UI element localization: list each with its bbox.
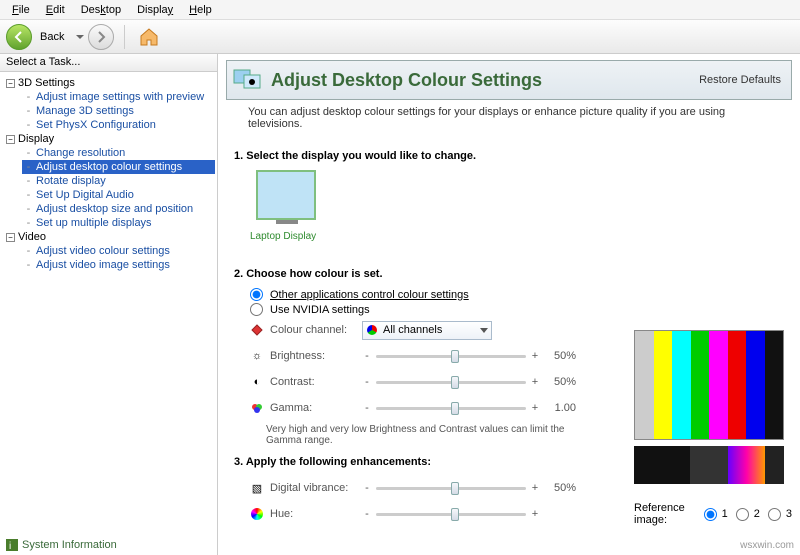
gradient-preview: [634, 446, 784, 484]
back-button[interactable]: [6, 24, 32, 50]
back-label: Back: [36, 31, 70, 43]
ref-opt-1[interactable]: 1: [704, 508, 728, 521]
hue-icon: [250, 507, 264, 521]
sidebar-header: Select a Task...: [0, 54, 217, 72]
tree-item[interactable]: -Set up multiple displays: [22, 216, 215, 230]
channel-label: Colour channel:: [270, 324, 362, 336]
brightness-value: 50%: [540, 350, 576, 362]
vibrance-row: ▧ Digital vibrance: - + 50%: [250, 476, 626, 500]
tree-item[interactable]: -Rotate display: [22, 174, 215, 188]
forward-button[interactable]: [88, 24, 114, 50]
sidebar: Select a Task... −3D Settings -Adjust im…: [0, 54, 218, 555]
tree-item-selected[interactable]: -Adjust desktop colour settings: [22, 160, 215, 174]
gamma-slider[interactable]: [376, 400, 526, 416]
tree-cat-3d[interactable]: −3D Settings: [6, 76, 215, 90]
contrast-row: ◐ Contrast: - + 50%: [250, 370, 626, 394]
colour-channel-row: Colour channel: All channels: [250, 318, 626, 342]
step3-heading: 3. Apply the following enhancements:: [234, 456, 626, 468]
swatch-icon: [367, 325, 377, 335]
menu-file[interactable]: FFileile: [4, 2, 38, 18]
page-banner: Adjust Desktop Colour Settings Restore D…: [226, 60, 792, 100]
hue-slider[interactable]: [376, 506, 526, 522]
step2-heading: 2. Choose how colour is set.: [234, 268, 626, 280]
home-button[interactable]: [135, 24, 163, 50]
menu-help[interactable]: Help: [181, 2, 220, 18]
tree-item[interactable]: -Set Up Digital Audio: [22, 188, 215, 202]
tree-cat-display[interactable]: −Display: [6, 132, 215, 146]
info-icon: i: [6, 539, 18, 551]
radio-other-apps[interactable]: Other applications control colour settin…: [250, 288, 626, 301]
ref-opt-3[interactable]: 3: [768, 508, 792, 521]
menu-display[interactable]: Display: [129, 2, 181, 18]
svg-text:i: i: [9, 541, 11, 551]
display-selector[interactable]: Laptop Display: [234, 170, 316, 242]
ref-opt-2[interactable]: 2: [736, 508, 760, 521]
page-title: Adjust Desktop Colour Settings: [263, 70, 699, 91]
display-name: Laptop Display: [250, 231, 316, 242]
tree-item[interactable]: -Adjust video image settings: [22, 258, 215, 272]
hue-row: Hue: - +: [250, 502, 626, 526]
collapse-icon[interactable]: −: [6, 135, 15, 144]
tree-item[interactable]: -Adjust image settings with preview: [22, 90, 215, 104]
collapse-icon[interactable]: −: [6, 233, 15, 242]
task-tree: −3D Settings -Adjust image settings with…: [0, 72, 217, 555]
menu-edit[interactable]: Edit: [38, 2, 73, 18]
tree-item[interactable]: -Change resolution: [22, 146, 215, 160]
menu-desktop[interactable]: Desktop: [73, 2, 129, 18]
colour-bars-preview: [634, 330, 784, 440]
vibrance-icon: ▧: [250, 481, 264, 495]
restore-defaults-link[interactable]: Restore Defaults: [699, 74, 781, 86]
menubar: FFileile Edit Desktop Display Help: [0, 0, 800, 20]
brightness-slider[interactable]: [376, 348, 526, 364]
gamma-row: Gamma: - + 1.00: [250, 396, 626, 420]
tree-item[interactable]: -Adjust desktop size and position: [22, 202, 215, 216]
system-information-link[interactable]: i System Information: [6, 539, 117, 551]
channel-select[interactable]: All channels: [362, 321, 492, 340]
gamma-icon: [250, 401, 264, 415]
toolbar: Back: [0, 20, 800, 54]
radio-input[interactable]: [250, 303, 263, 316]
chevron-down-icon: [480, 328, 488, 333]
brightness-row: ☼ Brightness: - + 50%: [250, 344, 626, 368]
toolbar-separator: [124, 25, 125, 49]
step1-heading: 1. Select the display you would like to …: [234, 150, 626, 162]
channel-icon: [250, 323, 264, 337]
vibrance-slider[interactable]: [376, 480, 526, 496]
contrast-slider[interactable]: [376, 374, 526, 390]
vibrance-value: 50%: [540, 482, 576, 494]
radio-input[interactable]: [250, 288, 263, 301]
content-pane: Adjust Desktop Colour Settings Restore D…: [218, 54, 800, 555]
watermark: wsxwin.com: [740, 540, 794, 551]
contrast-icon: ◐: [250, 375, 264, 389]
gamma-value: 1.00: [540, 402, 576, 414]
tree-item[interactable]: -Manage 3D settings: [22, 104, 215, 118]
radio-nvidia[interactable]: Use NVIDIA settings: [250, 303, 626, 316]
brightness-icon: ☼: [250, 349, 264, 363]
collapse-icon[interactable]: −: [6, 79, 15, 88]
monitor-icon: [256, 170, 316, 220]
ref-label: Reference image:: [634, 502, 696, 526]
tree-cat-video[interactable]: −Video: [6, 230, 215, 244]
back-dropdown-icon[interactable]: [76, 35, 84, 39]
gamma-note: Very high and very low Brightness and Co…: [266, 424, 566, 446]
tree-item[interactable]: -Adjust video colour settings: [22, 244, 215, 258]
tree-item[interactable]: -Set PhysX Configuration: [22, 118, 215, 132]
contrast-value: 50%: [540, 376, 576, 388]
page-description: You can adjust desktop colour settings f…: [248, 106, 780, 130]
reference-image-row: Reference image: 1 2 3: [634, 502, 792, 526]
banner-icon: [233, 67, 263, 93]
